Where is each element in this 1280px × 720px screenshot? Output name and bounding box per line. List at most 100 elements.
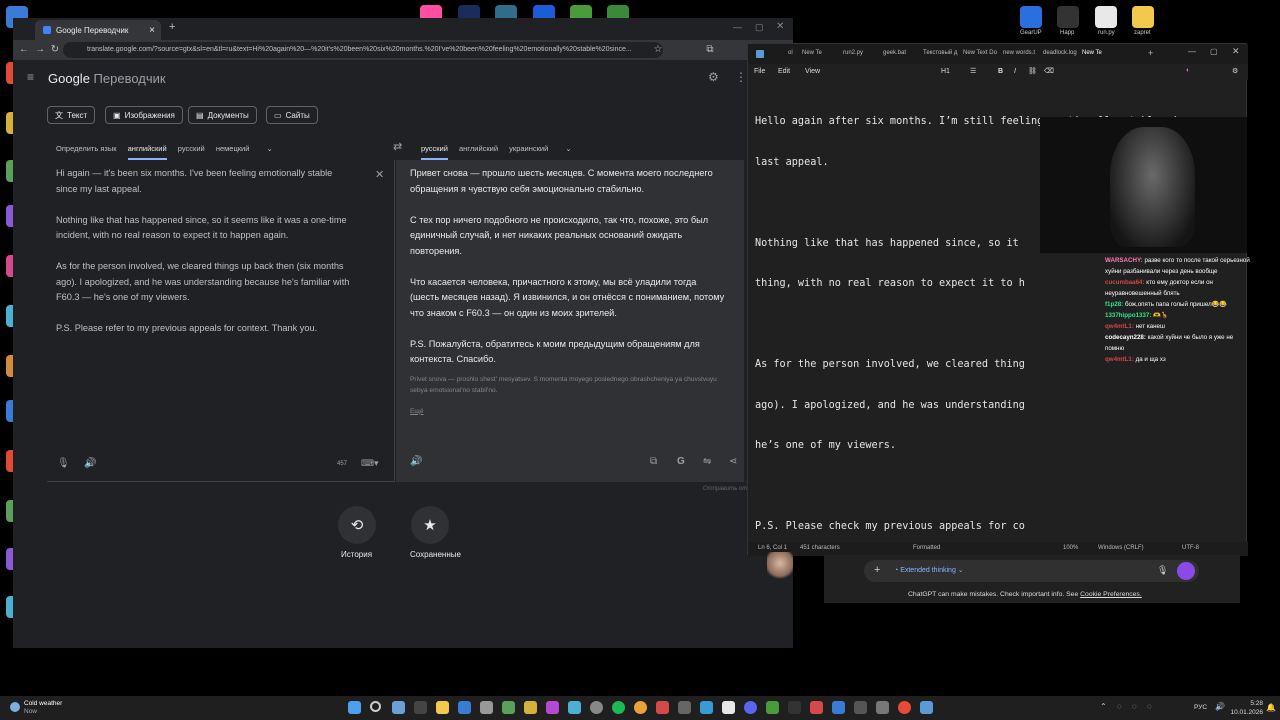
mode-sites-button[interactable]: ▭ Сайты xyxy=(266,106,318,124)
settings-icon[interactable] xyxy=(590,701,603,714)
italic-icon[interactable]: I xyxy=(1014,68,1016,75)
extended-thinking-toggle[interactable]: ◔ Extended thinking ⌄ xyxy=(894,566,964,574)
format-mode[interactable]: Formatted xyxy=(913,545,940,551)
file-explorer-icon[interactable] xyxy=(436,701,449,714)
lang-english[interactable]: английский xyxy=(127,144,167,160)
app-icon[interactable] xyxy=(568,701,581,714)
bookmark-star-icon[interactable]: ☆ xyxy=(651,43,665,57)
source-text[interactable]: Hi again — it's been six months. I've be… xyxy=(56,166,356,352)
editor-tab-active[interactable]: New Te xyxy=(1082,50,1102,56)
app-icon[interactable] xyxy=(524,701,537,714)
lang-detect[interactable]: Определить язык xyxy=(56,144,117,153)
chevron-down-icon[interactable]: ⌄ xyxy=(267,144,273,153)
clock[interactable]: 5:28 10.01.2026 xyxy=(1225,699,1263,717)
task-view-icon[interactable] xyxy=(392,701,405,714)
weather-widget[interactable]: Cold weather Now xyxy=(10,700,62,716)
encoding[interactable]: UTF-8 xyxy=(1182,545,1199,551)
chrome-icon[interactable] xyxy=(634,701,647,714)
add-icon[interactable]: + xyxy=(874,564,880,576)
app-icon[interactable] xyxy=(700,701,713,714)
happ-icon[interactable] xyxy=(1057,6,1079,28)
list-icon[interactable]: ☰ xyxy=(970,67,976,75)
app-icon[interactable] xyxy=(458,701,471,714)
app-icon[interactable] xyxy=(766,701,779,714)
microphone-icon[interactable]: 🎙 xyxy=(57,458,70,469)
chevron-down-icon[interactable]: ⌄ xyxy=(565,144,571,153)
app-icon[interactable] xyxy=(854,701,867,714)
address-bar[interactable]: translate.google.com/?source=gtx&sl=en&t… xyxy=(63,42,663,58)
copy-icon[interactable]: ⧉ xyxy=(650,456,657,467)
bold-icon[interactable]: B xyxy=(998,68,1003,75)
editor-tab[interactable]: deadlock.log xyxy=(1043,50,1077,56)
close-tab-icon[interactable]: × xyxy=(149,25,155,36)
lang-ukrainian[interactable]: украинский xyxy=(509,144,548,153)
app-icon[interactable] xyxy=(832,701,845,714)
google-icon[interactable]: G xyxy=(677,456,685,467)
line-ending[interactable]: Windows (CRLF) xyxy=(1098,545,1144,551)
close-window-icon[interactable]: ✕ xyxy=(776,21,784,32)
menu-file[interactable]: File xyxy=(754,68,765,75)
google-logo[interactable]: Google Переводчик xyxy=(48,71,166,86)
clear-format-icon[interactable]: ⌫ xyxy=(1044,67,1054,75)
editor-tab[interactable]: Текстовый д xyxy=(923,50,957,56)
speaker-icon[interactable]: 🔊 xyxy=(84,458,96,469)
back-icon[interactable]: ← xyxy=(17,43,31,57)
extensions-icon[interactable]: ⧉ xyxy=(703,43,717,57)
new-tab-button[interactable]: + xyxy=(1148,48,1153,58)
editor-tab[interactable]: run2.py xyxy=(843,50,863,56)
gearup-icon[interactable] xyxy=(1020,6,1042,28)
editor-tab[interactable]: new words.t xyxy=(1003,50,1035,56)
microphone-icon[interactable]: 🎙 xyxy=(1157,565,1168,576)
rate-translation-icon[interactable]: ⇋ xyxy=(703,456,711,467)
history-button[interactable]: ⟲ xyxy=(338,506,376,544)
app-icon[interactable] xyxy=(722,701,735,714)
lang-german[interactable]: немецкий xyxy=(216,144,250,153)
minimize-icon[interactable]: — xyxy=(733,22,742,32)
heading-select[interactable]: H1 xyxy=(941,68,950,75)
maximize-icon[interactable]: ▢ xyxy=(1210,47,1218,56)
app-icon[interactable] xyxy=(678,701,691,714)
editor-tab[interactable]: geek.bat xyxy=(883,50,906,56)
editor-tab[interactable]: New Te xyxy=(802,50,822,56)
lang-russian[interactable]: русский xyxy=(421,144,448,160)
folder-icon[interactable] xyxy=(1132,6,1154,28)
mode-text-button[interactable]: 文 Текст xyxy=(47,106,96,124)
clear-text-icon[interactable]: ✕ xyxy=(375,168,384,181)
app-icon[interactable] xyxy=(788,701,801,714)
menu-view[interactable]: View xyxy=(805,68,820,75)
app-icon[interactable] xyxy=(502,701,515,714)
minimize-icon[interactable]: — xyxy=(1188,47,1196,56)
copilot-icon[interactable]: ◐ xyxy=(1186,67,1190,74)
notepad-icon[interactable] xyxy=(920,701,933,714)
link-icon[interactable]: ⛓ xyxy=(1028,67,1037,75)
app-icon[interactable] xyxy=(480,701,493,714)
menu-edit[interactable]: Edit xyxy=(778,68,790,75)
saved-button[interactable]: ★ xyxy=(411,506,449,544)
settings-icon[interactable]: ⚙ xyxy=(1232,67,1238,75)
lang-russian[interactable]: русский xyxy=(178,144,205,153)
yandex-icon[interactable] xyxy=(898,701,911,714)
mode-documents-button[interactable]: ▤ Документы xyxy=(188,106,257,124)
mode-images-button[interactable]: ▣ Изображения xyxy=(105,106,183,124)
hamburger-menu-icon[interactable]: ≡ xyxy=(27,70,34,84)
tab-google-translate[interactable]: Google Переводчик × xyxy=(35,20,161,40)
app-icon[interactable] xyxy=(414,701,427,714)
windows-start-icon[interactable] xyxy=(348,701,361,714)
swap-languages-icon[interactable]: ⇄ xyxy=(393,140,402,153)
share-icon[interactable]: ⋖ xyxy=(729,456,737,467)
input-language[interactable]: РУС xyxy=(1194,704,1207,711)
tray-volume-icon[interactable]: 🔊 xyxy=(1215,702,1225,711)
app-icon[interactable] xyxy=(810,701,823,714)
python-file-icon[interactable] xyxy=(1095,6,1117,28)
voice-mode-button[interactable] xyxy=(1177,562,1195,580)
forward-icon[interactable]: → xyxy=(33,43,47,57)
reload-icon[interactable]: ↻ xyxy=(48,43,62,57)
app-icon-active[interactable] xyxy=(546,701,559,714)
app-icon[interactable] xyxy=(876,701,889,714)
notification-icon[interactable]: 🔔 xyxy=(1266,703,1276,712)
lang-english[interactable]: английский xyxy=(459,144,498,153)
zoom-level[interactable]: 100% xyxy=(1063,545,1078,551)
cookie-preferences-link[interactable]: Cookie Preferences. xyxy=(1080,591,1142,598)
editor-tab[interactable]: New Text Do xyxy=(963,50,997,56)
settings-icon[interactable]: ⚙ xyxy=(708,70,719,84)
